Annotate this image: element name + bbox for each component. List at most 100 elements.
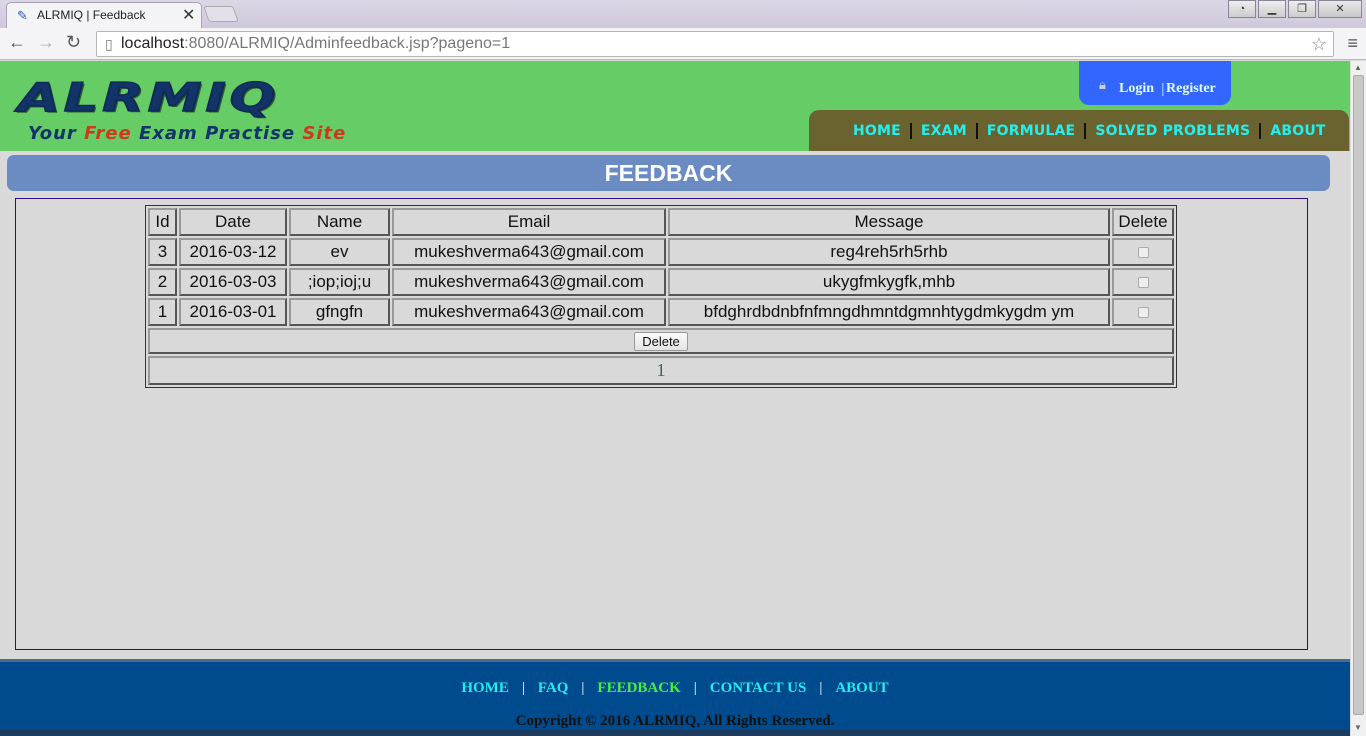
close-window-icon[interactable]: ✕ [1318, 0, 1362, 18]
table-row: 1 2016-03-01 gfngfn mukeshverma643@gmail… [148, 298, 1174, 326]
footer-link-faq[interactable]: FAQ [538, 680, 569, 696]
scroll-up-icon[interactable]: ▲ [1354, 63, 1362, 72]
page-title: FEEDBACK [604, 160, 733, 186]
address-bar[interactable]: ▯ localhost:8080/ALRMIQ/Adminfeedback.js… [96, 31, 1334, 57]
web-page: ALRMIQ Your Free Exam Practise Site 🔒︎ L… [0, 61, 1350, 736]
copyright-text: Copyright © 2016 ALRMIQ, All Rights Rese… [515, 713, 835, 729]
cell-email: mukeshverma643@gmail.com [392, 268, 666, 296]
delete-checkbox[interactable] [1137, 247, 1149, 259]
footer-separator: | [521, 680, 525, 696]
col-header-message: Message [668, 208, 1110, 236]
delete-button[interactable]: Delete [634, 332, 688, 351]
site-tagline: Your Free Exam Practise Site [28, 123, 346, 144]
nav-exam[interactable]: EXAM [921, 123, 967, 139]
cell-id: 3 [148, 238, 177, 266]
cell-delete [1112, 298, 1174, 326]
cell-name: ev [289, 238, 390, 266]
reload-icon[interactable]: ↻ [66, 32, 81, 53]
register-link[interactable]: Register [1166, 81, 1216, 97]
tab-close-icon[interactable]: ✕ [182, 5, 195, 25]
cell-email: mukeshverma643@gmail.com [392, 238, 666, 266]
minimize-icon[interactable]: ▁ [1258, 0, 1286, 18]
scroll-thumb[interactable] [1353, 75, 1364, 715]
nav-formulae[interactable]: FORMULAE [987, 123, 1075, 139]
page-icon: ▯ [105, 36, 113, 52]
site-header: ALRMIQ Your Free Exam Practise Site 🔒︎ L… [0, 61, 1350, 151]
page-scrollbar[interactable]: ▲ ▼ [1350, 61, 1366, 736]
site-footer: HOME | FAQ | FEEDBACK | CONTACT US | ABOUT Copyr… [0, 659, 1350, 736]
cell-id: 2 [148, 268, 177, 296]
favicon-icon: ✎ [17, 8, 28, 23]
delete-row: Delete [148, 328, 1174, 354]
scroll-down-icon[interactable]: ▼ [1354, 723, 1362, 732]
tagline-word: Free [84, 123, 132, 144]
login-link[interactable]: Login [1119, 81, 1154, 97]
tagline-word: Practise [205, 123, 296, 144]
back-icon[interactable]: ← [8, 32, 26, 53]
pager-row: 1 [148, 356, 1174, 385]
cell-date: 2016-03-01 [179, 298, 287, 326]
table-row: 3 2016-03-12 ev mukeshverma643@gmail.com… [148, 238, 1174, 266]
tagline-word: Your [28, 123, 77, 144]
table-header-row: Id Date Name Email Message Delete [148, 208, 1174, 236]
delete-checkbox[interactable] [1137, 307, 1149, 319]
cell-date: 2016-03-12 [179, 238, 287, 266]
page-link[interactable]: 1 [148, 356, 1174, 385]
footer-separator: | [819, 680, 823, 696]
table-row: 2 2016-03-03 ;iop;ioj;u mukeshverma643@g… [148, 268, 1174, 296]
delete-cell: Delete [148, 328, 1174, 354]
delete-checkbox[interactable] [1137, 277, 1149, 289]
tagline-word: Site [302, 123, 347, 144]
site-logo[interactable]: ALRMIQ [17, 74, 280, 121]
page-title-banner: FEEDBACK [7, 155, 1330, 191]
cell-message: ukygfmkygfk,mhb [668, 268, 1110, 296]
cell-name: gfngfn [289, 298, 390, 326]
nav-home[interactable]: HOME [853, 123, 901, 139]
new-tab-button[interactable] [203, 6, 239, 22]
profile-icon[interactable]: ◔ [1228, 0, 1256, 18]
window-controls: ◔ ▁ ❐ ✕ [1226, 0, 1362, 20]
os-taskbar [0, 730, 1350, 736]
cell-message: bfdghrdbdnbfnfmngdhmntdgmnhtygdmkygdm ym [668, 298, 1110, 326]
cell-id: 1 [148, 298, 177, 326]
tab-title: ALRMIQ | Feedback [37, 8, 146, 22]
browser-menu-icon[interactable]: ≡ [1347, 33, 1358, 54]
cell-delete [1112, 268, 1174, 296]
feedback-table: Id Date Name Email Message Delete 3 2016… [145, 205, 1177, 388]
cell-name: ;iop;ioj;u [289, 268, 390, 296]
cell-email: mukeshverma643@gmail.com [392, 298, 666, 326]
nav-solved-problems[interactable]: SOLVED PROBLEMS [1095, 123, 1250, 139]
footer-separator: | [693, 680, 697, 696]
col-header-date: Date [179, 208, 287, 236]
footer-link-home[interactable]: HOME [461, 680, 509, 696]
nav-separator [1084, 123, 1087, 139]
footer-link-contact[interactable]: CONTACT US [710, 680, 807, 696]
url-path: :8080/ALRMIQ/Adminfeedback.jsp?pageno=1 [184, 35, 511, 52]
col-header-id: Id [148, 208, 177, 236]
nav-separator [1259, 123, 1262, 139]
nav-about[interactable]: ABOUT [1270, 123, 1325, 139]
footer-link-about[interactable]: ABOUT [835, 680, 888, 696]
main-nav: HOME EXAM FORMULAE SOLVED PROBLEMS ABOUT [809, 110, 1349, 151]
footer-link-feedback[interactable]: FEEDBACK [597, 680, 680, 696]
cell-delete [1112, 238, 1174, 266]
url-host: localhost [121, 35, 185, 52]
nav-separator [909, 123, 912, 139]
col-header-delete: Delete [1112, 208, 1174, 236]
nav-separator [975, 123, 978, 139]
cell-date: 2016-03-03 [179, 268, 287, 296]
login-separator: | [1161, 80, 1165, 96]
bookmark-star-icon[interactable]: ☆ [1311, 34, 1327, 55]
browser-tab[interactable]: ✎ ALRMIQ | Feedback ✕ [6, 2, 202, 28]
col-header-name: Name [289, 208, 390, 236]
footer-nav: HOME | FAQ | FEEDBACK | CONTACT US | ABOUT [0, 679, 1350, 697]
url-text[interactable]: localhost:8080/ALRMIQ/Adminfeedback.jsp?… [121, 35, 510, 53]
col-header-email: Email [392, 208, 666, 236]
browser-titlebar: ✎ ALRMIQ | Feedback ✕ ◔ ▁ ❐ ✕ [0, 0, 1366, 28]
forward-icon[interactable]: → [37, 32, 55, 53]
maximize-icon[interactable]: ❐ [1288, 0, 1316, 18]
tagline-word: Exam [138, 123, 198, 144]
login-panel: 🔒︎ Login | Register [1079, 61, 1231, 105]
lock-icon: 🔒︎ [1099, 77, 1106, 92]
footer-separator: | [581, 680, 585, 696]
